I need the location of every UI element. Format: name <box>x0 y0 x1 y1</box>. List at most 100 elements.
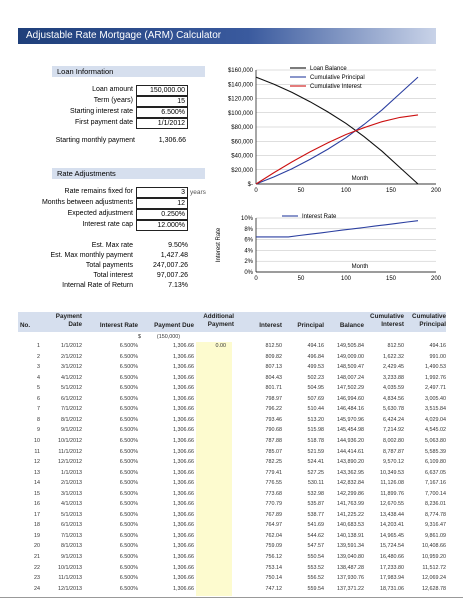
table-cell: 6.500% <box>119 585 138 592</box>
rate-field-input[interactable]: 0.250% <box>136 209 188 220</box>
table-cell: 773.68 <box>265 490 283 497</box>
table-cell: 11 <box>34 448 40 455</box>
table-row: 1 1/1/2012 6.500% 1,306.66 812.50 494.16 149,5… <box>18 342 446 350</box>
loan-field-input[interactable]: 6.500% <box>136 107 188 118</box>
table-cell: 11/1/2012 <box>58 448 82 455</box>
table-cell: 11,512.72 <box>422 564 446 571</box>
table-row: 16 4/1/2013 6.500% 1,306.66 770.79 535.87 141,… <box>18 500 446 508</box>
table-cell: 4,029.04 <box>425 416 446 423</box>
table-cell: 812.50 <box>387 343 405 349</box>
initial-balance: (150,000) <box>156 334 180 340</box>
table-cell: 801.71 <box>265 385 283 392</box>
table-cell: 1,306.66 <box>173 469 194 476</box>
table-cell: 515.98 <box>307 427 325 434</box>
table-cell: 1,306.66 <box>173 490 194 497</box>
table-cell: 3,005.40 <box>425 395 446 402</box>
table-cell: 504.95 <box>307 385 325 392</box>
table-cell: 145,454.98 <box>337 427 364 434</box>
additional-payment-cell[interactable]: 0.00 <box>196 342 227 350</box>
table-cell: 776.55 <box>265 480 283 487</box>
table-cell: 9,316.47 <box>425 522 446 529</box>
table-cell: 753.14 <box>265 564 283 571</box>
loan-field-label: First payment date <box>75 119 133 126</box>
table-cell: 12 <box>34 459 40 466</box>
result-label: Est. Max rate <box>91 242 133 249</box>
table-cell: 10/1/2012 <box>58 437 82 444</box>
table-cell: 6.500% <box>119 416 138 423</box>
y-tick-label: $60,000 <box>231 139 253 145</box>
table-cell: 2/1/2012 <box>61 353 82 360</box>
table-cell: 1,490.53 <box>425 364 446 371</box>
table-cell: 147,502.29 <box>337 385 364 392</box>
currency-symbol: $ <box>138 334 141 340</box>
table-cell: 1/1/2012 <box>61 343 82 349</box>
table-cell: 8 <box>37 416 40 423</box>
table-cell: 149,009.00 <box>337 353 364 360</box>
table-cell: 142,299.86 <box>337 490 364 497</box>
y-tick-label: 10% <box>241 216 254 222</box>
table-cell: 6.500% <box>119 374 138 381</box>
table-cell: 6.500% <box>119 480 138 487</box>
table-cell: 1,306.66 <box>173 448 194 455</box>
table-cell: 1,306.66 <box>173 374 194 381</box>
table-cell: 148,007.24 <box>337 374 364 381</box>
table-row: 21 9/1/2013 6.500% 1,306.66 756.12 550.54 139,… <box>18 553 446 561</box>
table-cell: 4 <box>37 374 40 381</box>
table-cell: 2/1/2013 <box>61 480 82 487</box>
table-cell: 1,306.66 <box>173 406 194 413</box>
rate-field-input[interactable]: 12 <box>136 198 188 209</box>
table-cell: 7 <box>37 406 40 413</box>
table-cell: 750.14 <box>265 575 283 582</box>
table-cell: 530.11 <box>307 480 324 487</box>
table-cell: 5,063.80 <box>425 437 446 444</box>
table-cell: 6.500% <box>119 532 138 539</box>
table-cell: 499.53 <box>307 364 325 371</box>
table-cell: 8/1/2012 <box>61 416 82 423</box>
table-cell: 507.69 <box>307 395 325 402</box>
monthly-payment-value: 1,306.66 <box>158 137 186 144</box>
result-label: Total interest <box>93 272 133 279</box>
result-value: 1,427.48 <box>160 252 188 259</box>
table-cell: 1,992.76 <box>425 374 446 381</box>
loan-field-input[interactable]: 1/1/2012 <box>136 118 188 129</box>
y-tick-label: $140,000 <box>228 82 254 88</box>
table-cell: 527.25 <box>307 469 325 476</box>
table-row: 8 8/1/2012 6.500% 1,306.66 793.46 513.20 145,9… <box>18 416 446 424</box>
table-cell: 144,414.61 <box>337 448 364 455</box>
table-cell: 1,306.66 <box>173 416 194 423</box>
result-label: Est. Max monthly payment <box>50 252 133 259</box>
table-cell: 8/1/2013 <box>61 543 82 550</box>
rate-field-input[interactable]: 3 <box>136 187 188 198</box>
table-cell: 8,774.78 <box>425 511 446 518</box>
table-cell: 991.00 <box>429 353 447 360</box>
rate-field-input[interactable]: 12.000% <box>136 220 188 231</box>
table-cell: 521.59 <box>307 448 325 455</box>
interest-rate-chart: 0% 2% 4% 6% 8% 10% 0 50 100 150 200 Month Interest R… <box>216 214 442 282</box>
table-cell: 6.500% <box>119 385 138 392</box>
table-cell: 4/1/2013 <box>61 501 82 508</box>
table-cell: 17 <box>34 511 40 518</box>
legend-label: Loan Balance <box>310 66 347 72</box>
table-cell: 4,834.56 <box>383 395 404 402</box>
page-title: Adjustable Rate Mortgage (ARM) Calculato… <box>26 30 222 41</box>
table-cell: 18,731.06 <box>380 585 404 592</box>
table-cell: 13,438.44 <box>380 511 404 518</box>
table-cell: 782.25 <box>265 459 283 466</box>
table-cell: 15,724.54 <box>380 543 404 550</box>
table-row: 9 9/1/2012 6.500% 1,306.66 790.68 515.98 145,4… <box>18 426 446 434</box>
loan-field-input[interactable]: 15 <box>136 96 188 107</box>
table-cell: 10,349.53 <box>380 469 404 476</box>
header-cumulative-principal: Cumulative Principal <box>412 313 446 328</box>
table-cell: 510.44 <box>307 406 325 413</box>
table-cell: 7/1/2012 <box>61 406 82 413</box>
table-cell: 1,306.66 <box>173 532 194 539</box>
loan-field-input[interactable]: 150,000.00 <box>136 85 188 96</box>
header-interest-rate: Interest Rate <box>99 322 138 329</box>
table-cell: 550.54 <box>307 554 325 560</box>
table-cell: 6,109.80 <box>425 459 446 466</box>
table-cell: 812.50 <box>265 343 283 349</box>
table-cell: 11/1/2013 <box>58 575 82 582</box>
table-cell: 6,424.24 <box>383 416 404 423</box>
table-cell: 143,890.20 <box>337 459 364 466</box>
header-cumulative-interest: Cumulative Interest <box>370 313 404 328</box>
